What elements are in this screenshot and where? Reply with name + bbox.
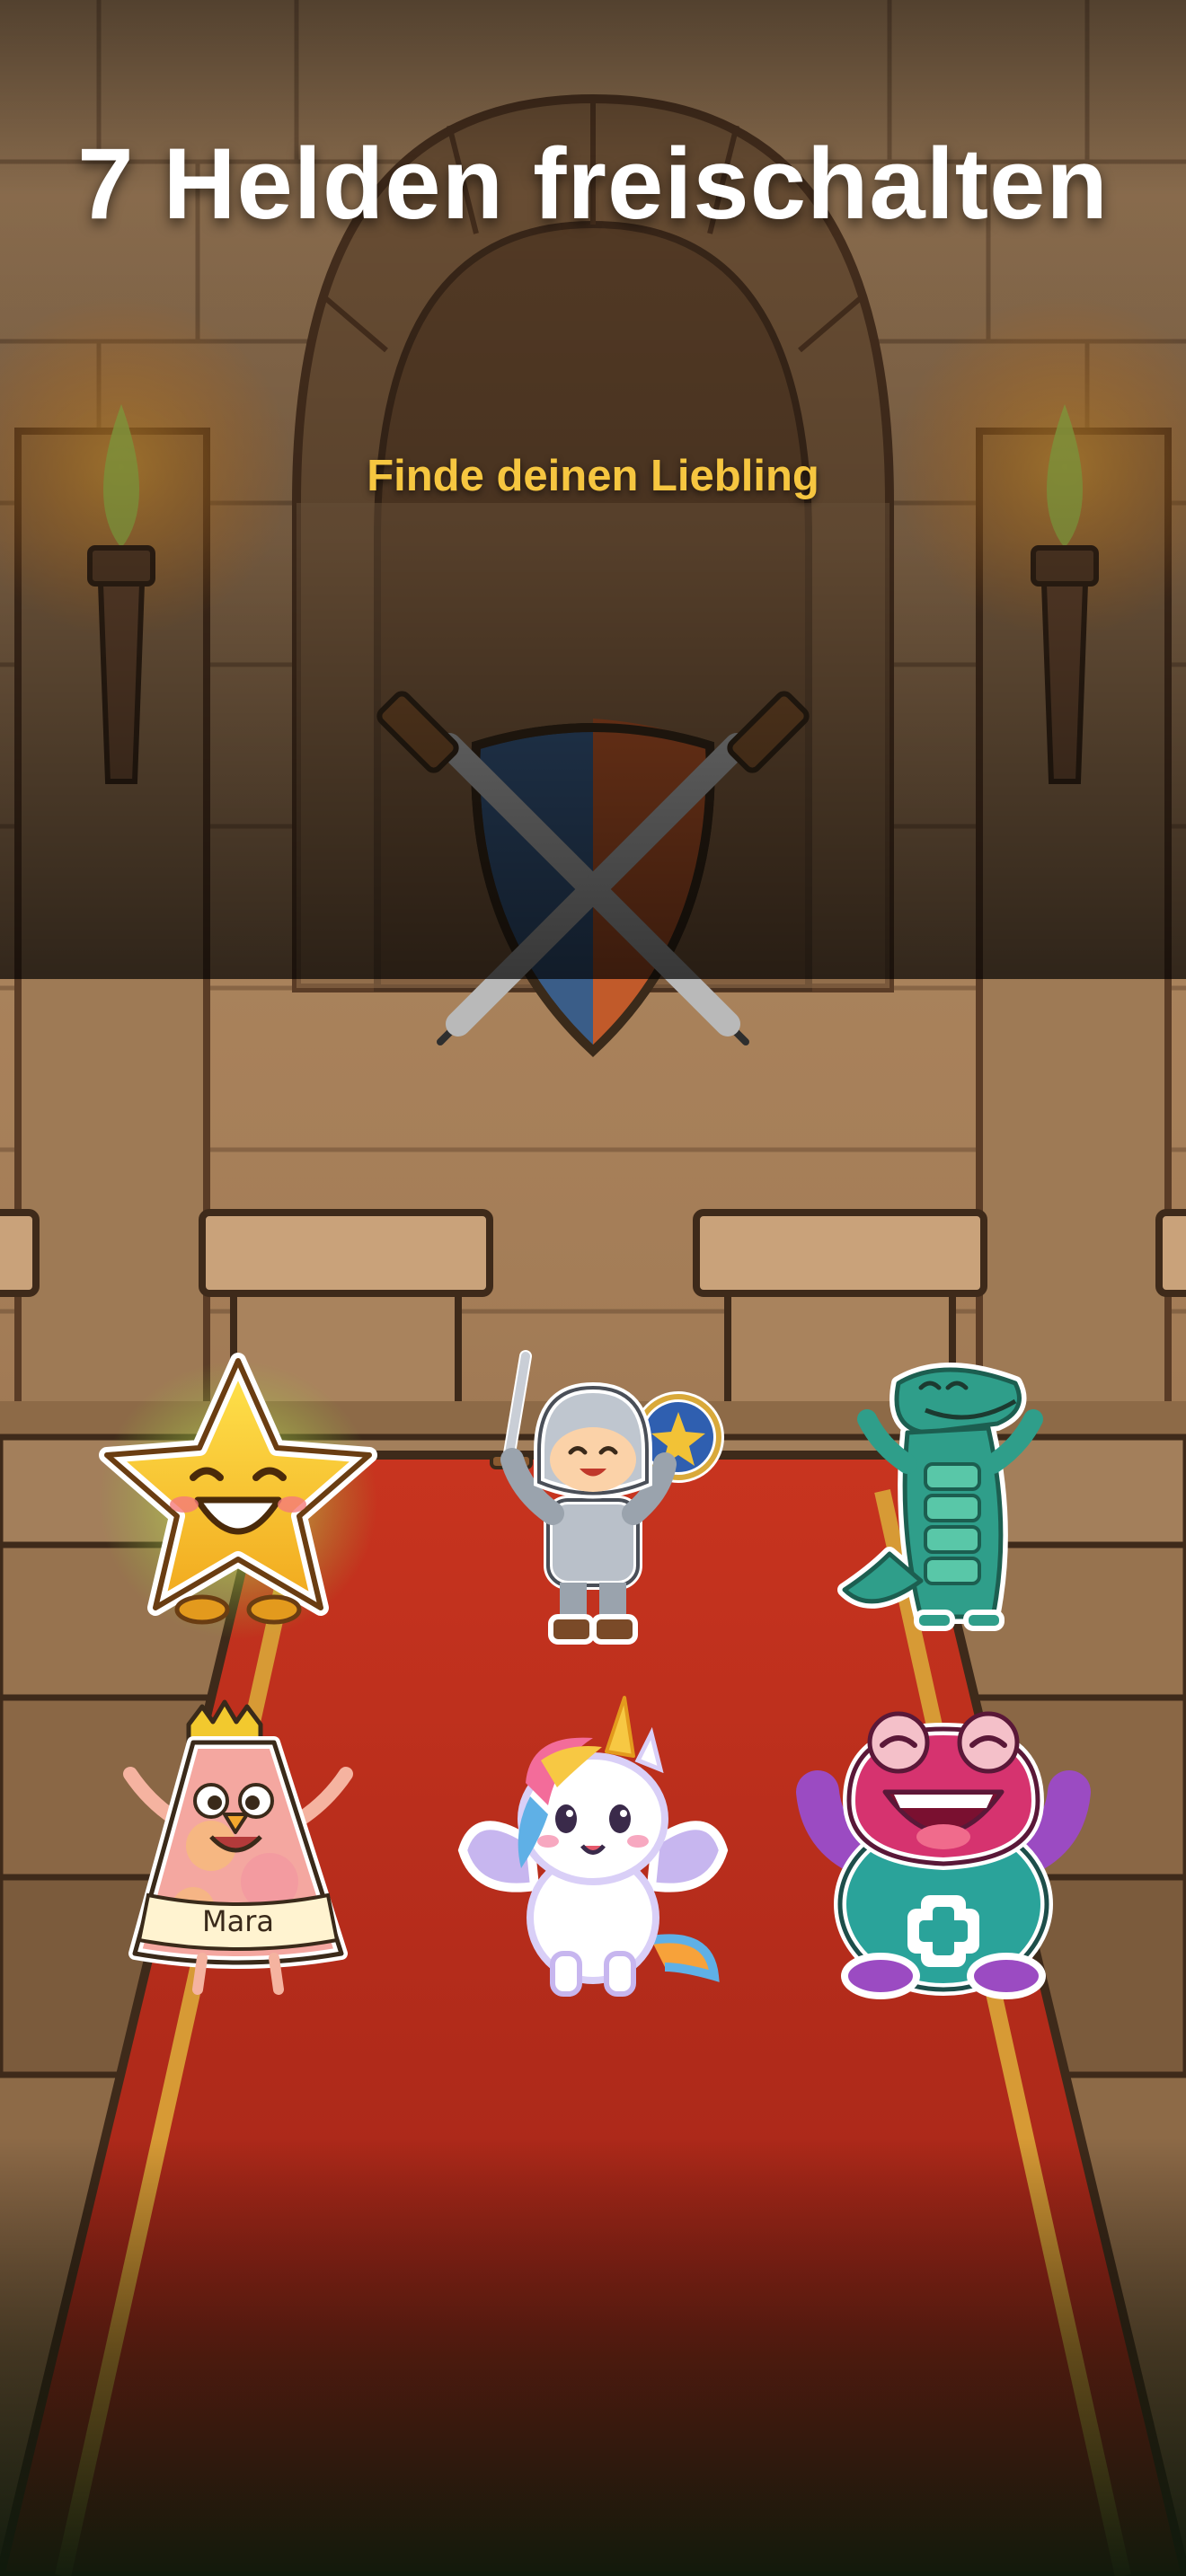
hero-frog[interactable] [796, 1702, 1091, 1999]
mara-hero-icon: Mara [123, 1699, 353, 1995]
unicorn-hero-icon [457, 1696, 729, 1997]
mara-name-tag: Mara [202, 1904, 274, 1938]
hero-star[interactable] [94, 1347, 382, 1653]
crocodile-hero-icon [837, 1363, 1043, 1631]
frog-hero-icon [796, 1711, 1091, 1999]
hero-crocodile[interactable] [836, 1347, 1060, 1648]
page-subtitle: Finde deinen Liebling [367, 452, 819, 500]
hero-knight[interactable] [454, 1347, 732, 1648]
hero-mara[interactable]: Mara [112, 1699, 364, 1998]
page-title: 7 Helden freischalten [77, 128, 1109, 240]
hero-unicorn[interactable] [457, 1696, 729, 2003]
knight-hero-icon [490, 1350, 724, 1645]
star-hero-icon [99, 1353, 377, 1639]
castle-hall-background [0, 0, 1186, 2576]
